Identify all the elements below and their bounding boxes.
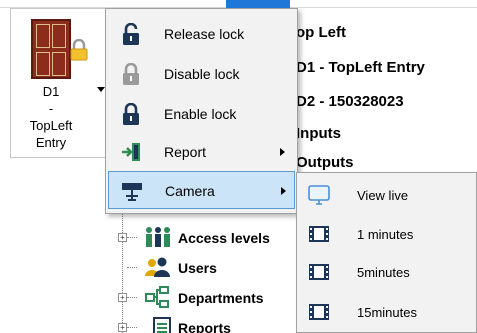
- submenu-arrow-icon: [280, 148, 285, 156]
- film-icon: [309, 304, 329, 320]
- submenu-item-label: 5minutes: [357, 265, 410, 280]
- expand-icon[interactable]: +: [118, 233, 127, 242]
- door-label: D1 - TopLeft Entry: [29, 84, 73, 150]
- dropdown-arrow-icon[interactable]: [97, 87, 105, 92]
- tree-node-inputs[interactable]: Inputs: [296, 125, 341, 142]
- menu-item-disable-lock[interactable]: Disable lock: [108, 55, 295, 93]
- departments-icon: [145, 286, 169, 308]
- tree-item-departments[interactable]: + Departments: [112, 282, 296, 312]
- tree-item-label: Reports: [178, 320, 231, 333]
- submenu-arrow-icon: [281, 187, 286, 195]
- menu-item-camera[interactable]: Camera: [108, 171, 295, 209]
- submenu-item-15-minutes[interactable]: 15minutes: [299, 293, 474, 331]
- tree-item-users[interactable]: Users: [112, 252, 296, 282]
- submenu-item-view-live[interactable]: View live: [299, 176, 474, 214]
- submenu-item-1-minutes[interactable]: 1 minutes: [299, 215, 474, 253]
- tree-item-label: Access levels: [178, 230, 270, 246]
- menu-item-label: Enable lock: [164, 106, 237, 122]
- lock-open-icon: [123, 23, 139, 45]
- door-tile-d1[interactable]: D1 - TopLeft Entry: [10, 8, 108, 158]
- tree-node-outputs[interactable]: Outputs: [296, 154, 354, 171]
- submenu-item-label: 1 minutes: [357, 227, 414, 242]
- reports-icon: [153, 317, 171, 333]
- menu-item-label: Release lock: [164, 26, 245, 42]
- submenu-item-5-minutes[interactable]: 5minutes: [299, 253, 474, 291]
- door-context-menu: Release lock Disable lock Enable lock Re…: [105, 8, 298, 214]
- tree-item-label: Users: [178, 260, 217, 276]
- users-icon: [145, 257, 170, 277]
- padlock-icon: [70, 39, 88, 61]
- expand-icon[interactable]: +: [118, 323, 127, 332]
- menu-item-label: Disable lock: [164, 66, 240, 82]
- tree-item-reports[interactable]: + Reports: [112, 312, 296, 333]
- access-levels-icon: [146, 227, 170, 247]
- submenu-item-label: View live: [357, 188, 409, 203]
- tree-item-access-levels[interactable]: + Access levels: [112, 222, 296, 252]
- menu-item-enable-lock[interactable]: Enable lock: [108, 95, 295, 133]
- camera-icon: [122, 183, 142, 201]
- menu-item-report[interactable]: Report: [108, 133, 295, 171]
- lock-disabled-icon: [123, 63, 139, 85]
- door-icon: [31, 19, 71, 79]
- navigation-tree: + Access levels Users + Departments + Re…: [112, 214, 296, 333]
- menu-item-label: Camera: [165, 183, 215, 199]
- tree-item-label: Departments: [178, 290, 264, 306]
- film-icon: [309, 264, 329, 280]
- submenu-item-label: 15minutes: [357, 305, 417, 320]
- tree-node-top-left[interactable]: op Left: [296, 24, 346, 41]
- expand-icon[interactable]: +: [118, 293, 127, 302]
- report-exit-icon: [122, 143, 140, 161]
- film-icon: [309, 226, 329, 242]
- camera-submenu: View live 1 minutes 5minutes 15minutes: [296, 172, 477, 333]
- menu-item-release-lock[interactable]: Release lock: [108, 15, 295, 53]
- tree-node-d2[interactable]: D2 - 150328023: [296, 93, 404, 110]
- lock-closed-icon: [123, 103, 139, 125]
- menu-item-label: Report: [164, 144, 207, 160]
- tree-node-d1[interactable]: D1 - TopLeft Entry: [296, 59, 425, 76]
- monitor-icon: [308, 185, 330, 205]
